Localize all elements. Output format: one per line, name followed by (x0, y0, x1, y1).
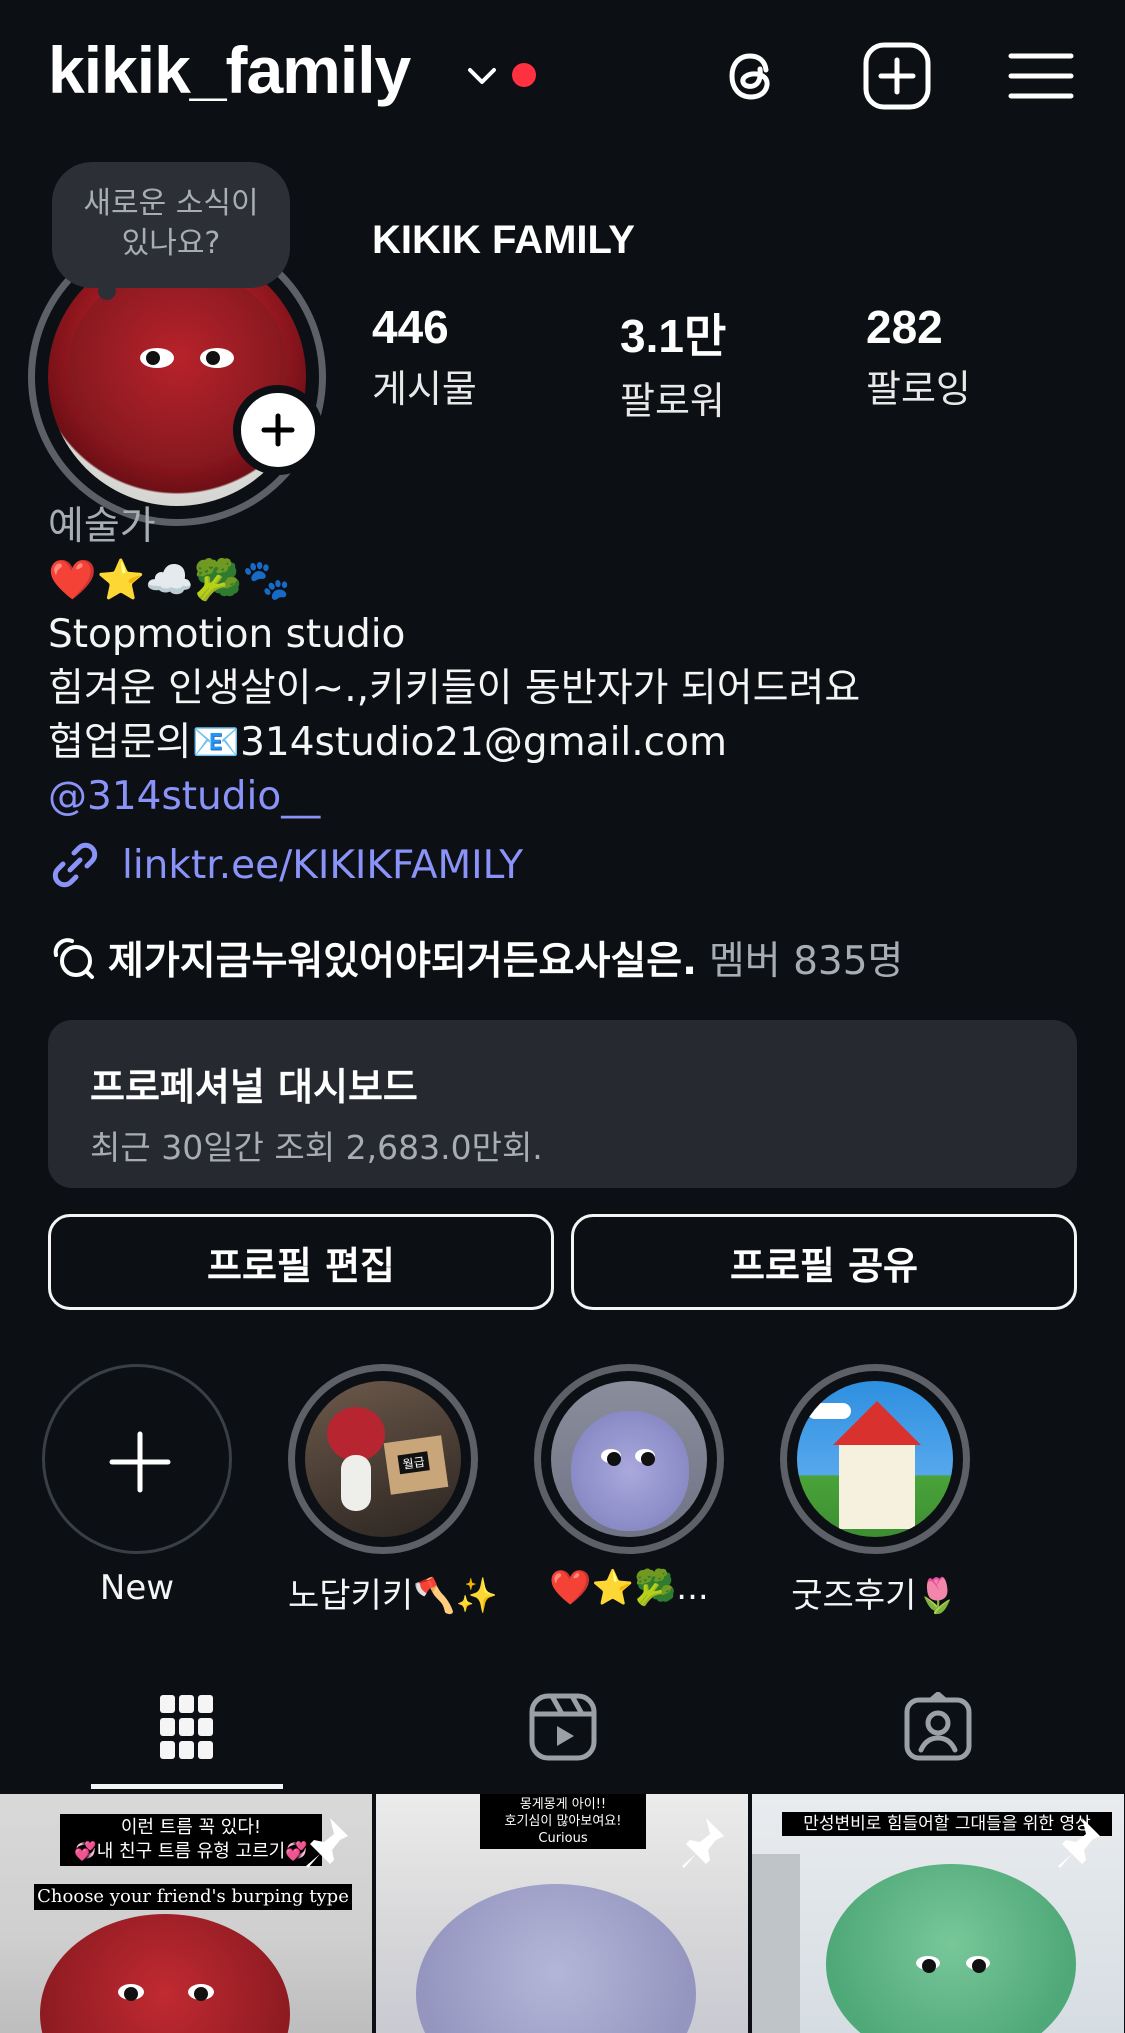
link-icon (52, 842, 98, 888)
highlight-ring (534, 1364, 724, 1554)
post-thumbnail[interactable]: 몽게몽게 아이!! 호기심이 많아보여요! Curious (376, 1794, 748, 2033)
house (839, 1443, 915, 1529)
bio-line: 힘겨운 인생살이~.,키키들이 동반자가 되어드려요 (48, 666, 861, 711)
eye (188, 1984, 214, 2001)
wall-detail (752, 1854, 800, 2033)
highlight-label: 굿즈후기🌷 (791, 1576, 959, 1616)
envelope: 월급 (383, 1435, 449, 1495)
highlight-ring (780, 1364, 970, 1554)
active-tab-indicator (91, 1784, 283, 1789)
note-bubble[interactable]: 새로운 소식이 있나요? (52, 162, 290, 288)
red-character (327, 1407, 385, 1461)
tagged-icon (904, 1692, 972, 1761)
eye (966, 1956, 990, 1973)
profile-header: kikik_family (0, 0, 1125, 150)
bio-emoji-line: ❤️⭐️☁️🥦🐾 (48, 558, 291, 603)
eye (118, 1984, 144, 2001)
tab-reels[interactable] (503, 1682, 623, 1772)
channel-icon (53, 938, 94, 979)
highlight-label: ❤️⭐️🥦... (549, 1568, 709, 1608)
stat-value: 3.1만 (620, 310, 727, 362)
highlight-item[interactable]: 굿즈후기🌷 (780, 1364, 970, 1617)
full-name: KIKIK FAMILY (372, 218, 635, 262)
post-caption: Choose your friend's burping type (34, 1884, 352, 1910)
followers-count[interactable]: 3.1만 팔로워 (620, 300, 726, 425)
bio: 예술가 ❤️⭐️☁️🥦🐾 Stopmotion studio 힘겨운 인생살이~… (48, 500, 860, 824)
share-profile-button[interactable]: 프로필 공유 (571, 1214, 1077, 1310)
white-body (341, 1455, 371, 1511)
green-character (826, 1864, 1076, 2033)
link-text: linktr.ee/KIKIKFAMILY (122, 842, 524, 888)
highlight-cover (797, 1381, 953, 1537)
dashboard-title: 프로페셔널 대시보드 (90, 1065, 418, 1109)
eye (635, 1449, 655, 1466)
post-caption: 이런 트름 꼭 있다! 💞내 친구 트름 유형 고르기💞 (60, 1814, 322, 1866)
eye (140, 348, 174, 368)
highlight-label: New (99, 1568, 175, 1608)
notification-dot (512, 63, 536, 87)
highlight-ring (42, 1364, 232, 1554)
highlight-new[interactable]: New (42, 1364, 232, 1608)
grid-icon (160, 1695, 213, 1759)
posts-count[interactable]: 446 게시물 (372, 300, 477, 413)
plus-icon (261, 413, 295, 447)
chevron-down-icon[interactable] (462, 56, 502, 96)
reels-icon (529, 1693, 597, 1761)
channel-row[interactable]: 제가지금누워있어야되거든요사실은. 멤버 835명 (48, 930, 903, 986)
external-link[interactable]: linktr.ee/KIKIKFAMILY (48, 838, 523, 892)
stat-label: 게시물 (372, 367, 477, 411)
highlight-item[interactable]: 월급 노답키키🪓✨ (288, 1364, 498, 1617)
menu-icon[interactable] (1001, 36, 1081, 116)
stat-label: 팔로잉 (866, 367, 971, 411)
roof (833, 1401, 921, 1445)
purple-character (571, 1411, 689, 1531)
post-caption: 몽게몽게 아이!! 호기심이 많아보여요! Curious (480, 1794, 646, 1849)
sticker-text: 월급 (397, 1451, 430, 1475)
eye (601, 1449, 621, 1466)
pin-icon (306, 1818, 348, 1868)
highlight-cover (551, 1381, 707, 1537)
tab-tagged[interactable] (878, 1682, 998, 1772)
username-switcher[interactable]: kikik_family (48, 32, 411, 108)
following-count[interactable]: 282 팔로잉 (866, 300, 971, 413)
dashboard-subtitle: 최근 30일간 조회 2,683.0만회. (90, 1128, 543, 1167)
red-character (40, 1914, 290, 2033)
highlight-label: 노답키키🪓✨ (288, 1576, 498, 1616)
category-label: 예술가 (48, 504, 156, 549)
plus-icon (109, 1431, 171, 1493)
stat-label: 팔로워 (620, 379, 725, 423)
channel-members: 멤버 835명 (708, 939, 904, 984)
post-thumbnail[interactable]: 이런 트름 꼭 있다! 💞내 친구 트름 유형 고르기💞 Choose your… (0, 1794, 372, 2033)
tab-grid[interactable] (127, 1682, 247, 1772)
note-bubble-text: 새로운 소식이 있나요? (83, 186, 259, 261)
eye (200, 348, 234, 368)
mention-link[interactable]: @314studio__ (48, 770, 860, 824)
post-thumbnail[interactable]: 만성변비로 힘들어할 그대들을 위한 영상 (752, 1794, 1124, 2033)
pin-icon (682, 1818, 724, 1868)
add-story-button[interactable] (233, 385, 323, 475)
edit-profile-button[interactable]: 프로필 편집 (48, 1214, 554, 1310)
bio-line: Stopmotion studio (48, 612, 406, 657)
eye (916, 1956, 940, 1973)
stat-value: 282 (866, 301, 943, 353)
highlight-item[interactable]: ❤️⭐️🥦... (534, 1364, 724, 1608)
stat-value: 446 (372, 301, 449, 353)
pin-icon (1058, 1818, 1100, 1868)
threads-icon[interactable] (712, 36, 792, 116)
professional-dashboard[interactable]: 프로페셔널 대시보드 최근 30일간 조회 2,683.0만회. (48, 1020, 1077, 1188)
purple-character (416, 1884, 696, 2033)
highlight-cover: 월급 (305, 1381, 461, 1537)
bio-line: 협업문의📧314studio21@gmail.com (48, 720, 727, 765)
channel-name: 제가지금누워있어야되거든요사실은. (108, 939, 697, 984)
highlight-ring: 월급 (288, 1364, 478, 1554)
create-plus-icon[interactable] (857, 36, 937, 116)
